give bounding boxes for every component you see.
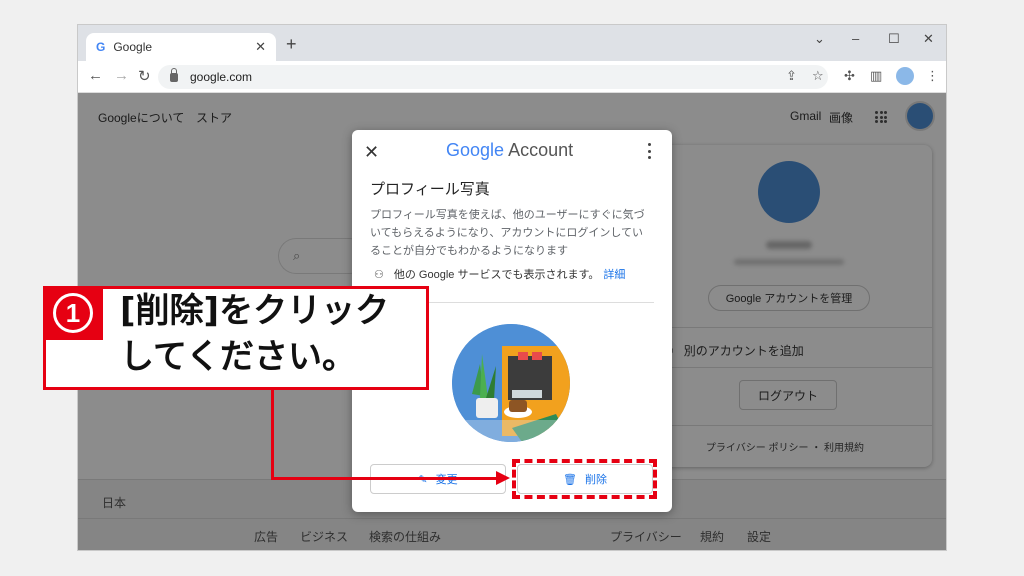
- forward-icon[interactable]: →: [114, 67, 129, 84]
- dialog-description: プロフィール写真を使えば、他のユーザーにすぐに気づいてもらえるようになり、アカウ…: [370, 209, 645, 257]
- lock-icon: [170, 67, 178, 82]
- tab-search-icon[interactable]: ⌄: [814, 31, 825, 47]
- browser-toolbar: ← → ↻ google.com ⇪ ☆ ✣ ▥ ⋮: [78, 61, 946, 93]
- browser-tab[interactable]: G Google ✕: [86, 33, 276, 61]
- instruction-text: [削除]をクリック してください。: [120, 288, 389, 380]
- extensions-icon[interactable]: ✣: [844, 68, 855, 84]
- step-number: 1: [53, 293, 93, 333]
- dialog-title: プロフィール写真: [370, 181, 490, 198]
- arrow-head-icon: [496, 471, 510, 485]
- instruction-line-1: [削除]をクリック: [120, 291, 390, 331]
- step-badge: 1: [43, 286, 103, 340]
- tutorial-stage: G Google ✕ + ⌄ – ☐ ✕ ← → ↻ google.com ⇪ …: [0, 0, 1024, 576]
- share-icon[interactable]: ⇪: [786, 68, 797, 84]
- visibility-text: 他の Google サービスでも表示されます。: [393, 269, 600, 281]
- menu-kebab-icon[interactable]: ⋮: [926, 68, 939, 84]
- address-bar[interactable]: google.com: [158, 65, 828, 89]
- tab-title: Google: [113, 40, 153, 54]
- more-options-icon[interactable]: [648, 143, 652, 159]
- google-account-logo: Google Account: [446, 140, 573, 161]
- highlight-box: [512, 459, 657, 499]
- back-icon[interactable]: ←: [88, 67, 103, 84]
- details-link[interactable]: 詳細: [603, 266, 625, 282]
- maximize-icon[interactable]: ☐: [888, 31, 900, 47]
- bookmark-star-icon[interactable]: ☆: [812, 68, 824, 84]
- tab-close-icon[interactable]: ✕: [255, 39, 266, 55]
- url-text: google.com: [190, 70, 253, 84]
- title-bar: G Google ✕ + ⌄ – ☐ ✕: [78, 25, 946, 61]
- instruction-line-2: してください。: [120, 337, 356, 377]
- google-logo-text: Google: [446, 140, 505, 160]
- arrow-line: [271, 477, 496, 480]
- people-icon: ⚇: [374, 268, 384, 281]
- visibility-note: ⚇ 他の Google サービスでも表示されます。 詳細: [374, 266, 625, 282]
- profile-photo-illustration: [452, 324, 570, 442]
- arrow-line: [271, 390, 274, 480]
- google-favicon-icon: G: [96, 40, 106, 54]
- reload-icon[interactable]: ↻: [138, 67, 151, 85]
- profile-avatar-icon[interactable]: [896, 67, 914, 85]
- close-icon[interactable]: ✕: [364, 142, 379, 163]
- close-window-icon[interactable]: ✕: [923, 31, 934, 47]
- account-logo-text: Account: [508, 140, 574, 160]
- profile-photo: [452, 324, 570, 442]
- new-tab-button[interactable]: +: [286, 34, 297, 55]
- minimize-icon[interactable]: –: [852, 31, 859, 46]
- side-panel-icon[interactable]: ▥: [870, 68, 882, 84]
